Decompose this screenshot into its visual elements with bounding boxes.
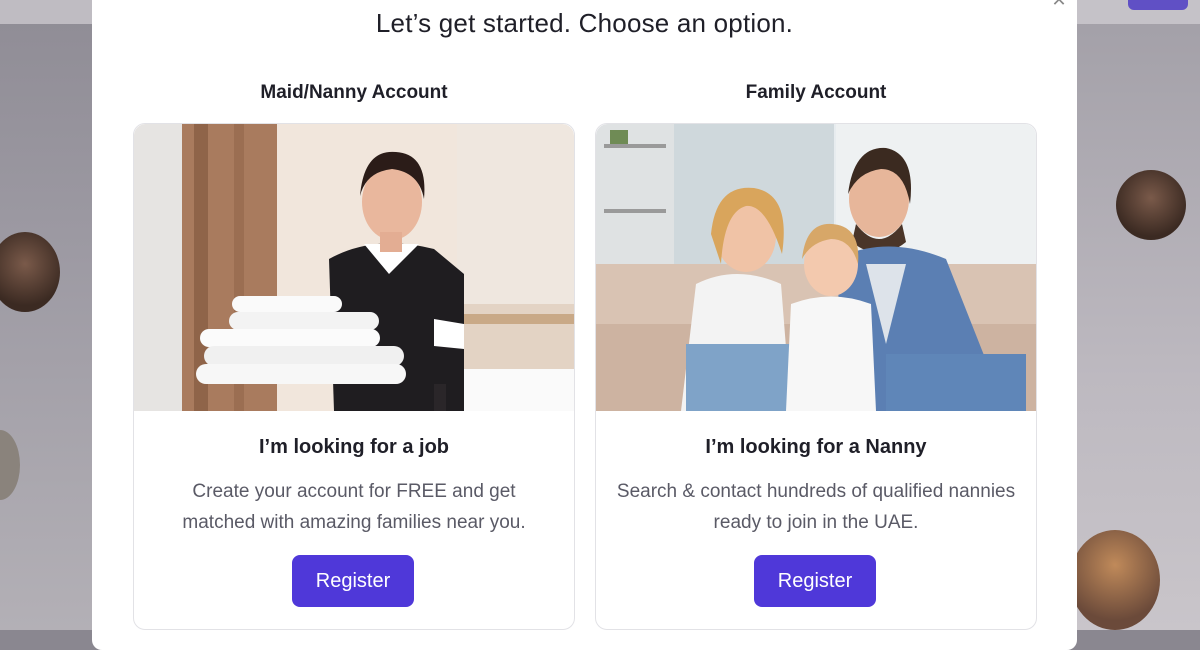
- family-card-title: I’m looking for a Nanny: [705, 436, 927, 458]
- maid-register-button[interactable]: Register: [292, 555, 414, 607]
- background-header-left: [0, 0, 92, 24]
- close-icon[interactable]: ✕: [1051, 0, 1067, 9]
- maid-card-title: I’m looking for a job: [259, 436, 449, 458]
- choose-account-modal: ✕ Let’s get started. Choose an option. M…: [92, 0, 1077, 650]
- background-avatar: [1070, 530, 1160, 630]
- family-account-card: I’m looking for a Nanny Search & contact…: [595, 123, 1037, 630]
- background-avatar: [1116, 170, 1186, 240]
- family-on-sofa-photo: [596, 124, 1036, 411]
- background-button: [1128, 0, 1188, 10]
- maid-holding-towels-photo: [134, 124, 574, 411]
- maid-account-card: I’m looking for a job Create your accoun…: [133, 123, 575, 630]
- background-left: [0, 0, 92, 630]
- family-account-heading: Family Account: [745, 82, 887, 103]
- maid-card-description: Create your account for FREE and get mat…: [182, 481, 526, 533]
- modal-title: Let’s get started. Choose an option.: [375, 8, 794, 38]
- family-register-button[interactable]: Register: [754, 555, 876, 607]
- family-card-description: Search & contact hundreds of qualified n…: [616, 481, 1016, 533]
- maid-account-heading: Maid/Nanny Account: [260, 82, 448, 103]
